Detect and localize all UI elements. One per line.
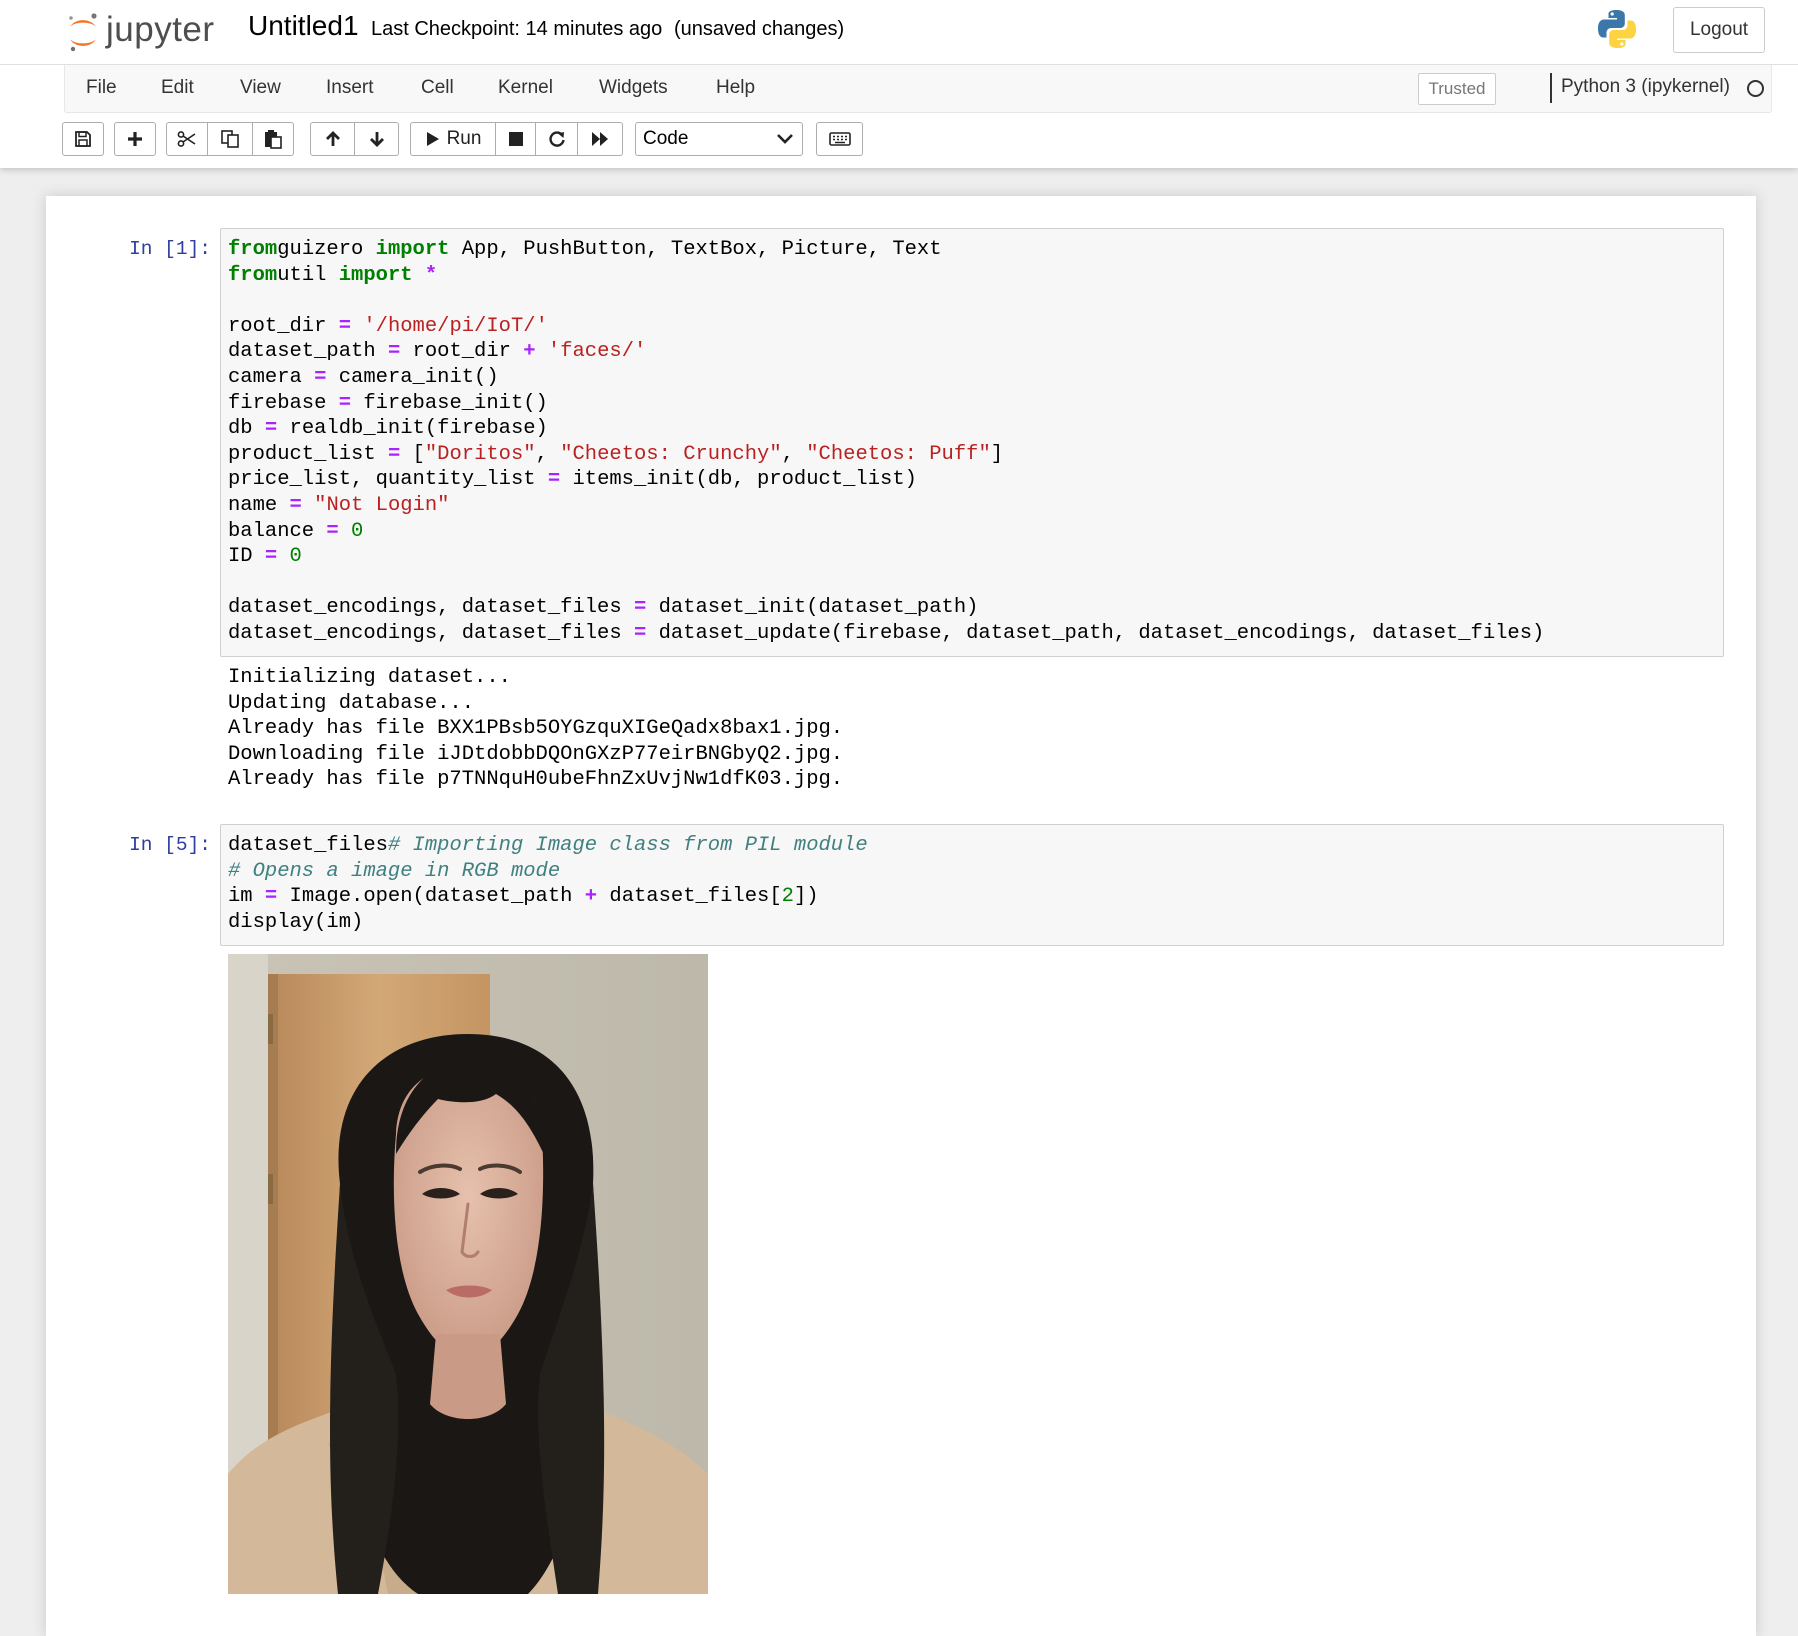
cell-type-value: Code [643, 128, 689, 149]
code-token: '/home/pi/IoT/' [363, 314, 548, 338]
restart-icon [548, 131, 565, 147]
run-label: Run [446, 128, 482, 149]
notebook-container: In [1]: fromguizero import App, PushButt… [46, 196, 1756, 1636]
interrupt-button[interactable] [495, 122, 536, 156]
code-token: 0 [351, 519, 364, 543]
code-token: = [264, 545, 278, 569]
cut-icon [177, 131, 196, 147]
run-button[interactable]: Run [410, 122, 496, 156]
chevron-down-icon [777, 134, 793, 144]
code-token: import [338, 263, 413, 287]
cell-2-code[interactable]: dataset_files# Importing Image class fro… [221, 825, 1723, 943]
menu-kernel[interactable]: Kernel [498, 77, 553, 99]
code-token: from [228, 238, 278, 261]
logo-text: jupyter [106, 10, 215, 49]
jupyter-logo[interactable]: jupyter [66, 6, 215, 58]
menu-edit[interactable]: Edit [161, 77, 194, 99]
move-up-button[interactable] [310, 122, 355, 156]
code-token: from [228, 263, 278, 287]
autosave-status: (unsaved changes) [674, 18, 845, 40]
code-token: # Importing Image class from PIL module [387, 834, 868, 857]
menu-insert[interactable]: Insert [326, 77, 374, 99]
save-icon [75, 131, 91, 147]
code-token: + [584, 885, 598, 909]
code-token: = [387, 340, 401, 364]
play-icon [426, 132, 439, 146]
cell-1-prompt: In [1]: [129, 238, 211, 260]
code-token: "Not Login" [314, 493, 450, 517]
save-button[interactable] [62, 122, 104, 156]
cell-2-input[interactable]: dataset_files# Importing Image class fro… [220, 824, 1724, 946]
restart-button[interactable] [535, 122, 578, 156]
code-token: "Cheetos: Puff" [806, 442, 991, 466]
menu-help[interactable]: Help [716, 77, 755, 99]
code-token: = [326, 519, 339, 543]
menu-widgets[interactable]: Widgets [599, 77, 668, 99]
fast-forward-icon [592, 132, 608, 146]
code-token: # Opens a image in RGB mode [228, 859, 561, 883]
code-token: = [264, 885, 278, 909]
code-token: import [375, 238, 450, 261]
code-token: = [314, 365, 327, 389]
code-token: * [424, 263, 438, 287]
kernel-name[interactable]: Python 3 (ipykernel) [1561, 76, 1730, 98]
paste-button[interactable] [252, 122, 294, 156]
notebook-header: jupyter Untitled1 Last Checkpoint: 14 mi… [0, 0, 1798, 168]
trusted-indicator[interactable]: Trusted [1418, 73, 1496, 105]
code-token: = [633, 621, 647, 645]
cell-2-prompt: In [5]: [129, 834, 211, 856]
kernel-separator [1550, 73, 1552, 103]
cell-type-select[interactable]: Code [635, 122, 803, 156]
code-token: = [338, 314, 352, 338]
restart-run-all-button[interactable] [577, 122, 623, 156]
command-palette-button[interactable] [816, 122, 863, 156]
kernel-idle-icon [1747, 80, 1764, 97]
python-logo-icon [1598, 10, 1636, 48]
notebook-name[interactable]: Untitled1 [248, 10, 359, 42]
code-token: "Cheetos: Crunchy" [560, 442, 782, 466]
code-token: = [338, 391, 352, 415]
menu-cell[interactable]: Cell [421, 77, 454, 99]
cell-1-code[interactable]: fromguizero import App, PushButton, Text… [221, 229, 1723, 655]
code-token: = [633, 596, 647, 620]
keyboard-icon [828, 132, 851, 146]
toolbar: Run Code [62, 122, 1762, 158]
cell-1-input[interactable]: fromguizero import App, PushButton, Text… [220, 228, 1724, 657]
output-portrait-image [228, 954, 708, 1594]
logout-button[interactable]: Logout [1673, 7, 1765, 53]
code-token: "Doritos" [424, 442, 536, 466]
code-token: 'faces/' [547, 340, 647, 364]
move-down-button[interactable] [354, 122, 399, 156]
code-token: 2 [781, 885, 794, 909]
menu-bar: File Edit View Insert Cell Kernel Widget… [64, 65, 1772, 113]
menu-file[interactable]: File [86, 77, 117, 99]
arrow-up-icon [325, 131, 340, 146]
copy-icon [221, 130, 239, 148]
portrait-photo [228, 954, 708, 1594]
checkpoint-status: Last Checkpoint: 14 minutes ago [371, 18, 663, 40]
insert-cell-button[interactable] [114, 122, 156, 156]
code-token: = [289, 493, 302, 517]
jupyter-logo-icon [69, 13, 97, 52]
copy-button[interactable] [207, 122, 253, 156]
code-token: + [523, 340, 536, 364]
code-token: 0 [289, 545, 302, 569]
menu-view[interactable]: View [240, 77, 281, 99]
cut-button[interactable] [166, 122, 208, 156]
code-token: = [387, 442, 401, 466]
stop-icon [508, 132, 523, 146]
code-token: = [264, 417, 278, 441]
cell-1-output: Initializing dataset... Updating databas… [228, 666, 844, 792]
top-bar: jupyter Untitled1 Last Checkpoint: 14 mi… [0, 0, 1798, 65]
paste-icon [265, 130, 282, 149]
code-token: = [547, 468, 561, 492]
arrow-down-icon [369, 132, 384, 147]
plus-icon [128, 132, 142, 146]
